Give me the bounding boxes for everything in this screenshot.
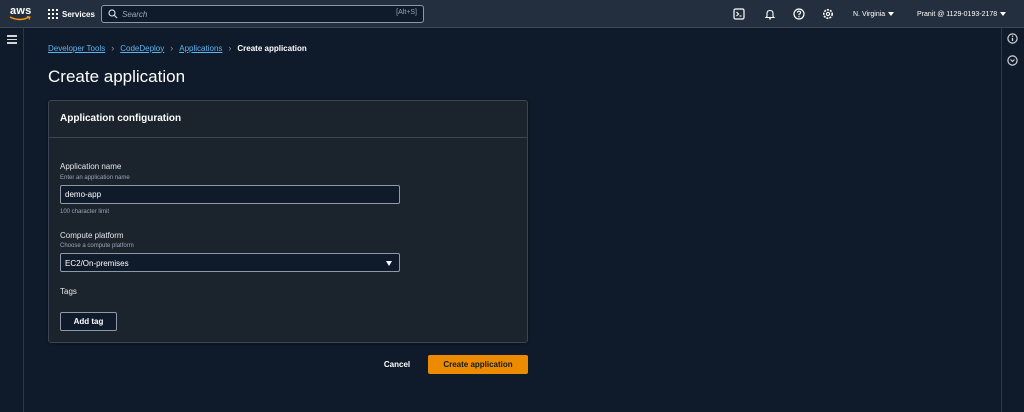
- breadcrumb-current: Create application: [237, 43, 307, 53]
- region-selector[interactable]: N. Virginia: [853, 0, 895, 28]
- breadcrumb: Developer Tools › CodeDeploy › Applicati…: [48, 43, 307, 53]
- account-menu[interactable]: Pranit @ 1129-0193-2178: [917, 0, 1007, 28]
- cloudshell-icon[interactable]: [733, 8, 745, 20]
- chevron-right-icon: ›: [111, 43, 115, 53]
- left-rail: [0, 28, 24, 412]
- compute-platform-description: Choose a compute platform: [60, 243, 134, 249]
- create-application-button[interactable]: Create application: [428, 355, 528, 374]
- add-tag-button[interactable]: Add tag: [60, 312, 117, 331]
- chevron-right-icon: ›: [228, 43, 232, 53]
- caret-down-icon: [386, 261, 392, 266]
- search-icon: [108, 9, 118, 19]
- top-navigation: aws Services [Alt+S] N: [0, 0, 1024, 28]
- cancel-button[interactable]: Cancel: [376, 355, 418, 374]
- account-label: Pranit @ 1129-0193-2178: [917, 10, 998, 18]
- application-name-description: Enter an application name: [60, 175, 130, 181]
- page-title: Create application: [48, 67, 186, 86]
- chevron-down-icon: [888, 12, 895, 16]
- application-name-constraint: 100 character limit: [60, 209, 110, 215]
- aws-logo[interactable]: aws: [8, 5, 34, 23]
- compute-platform-value: EC2/On-premises: [65, 259, 129, 268]
- tags-label: Tags: [60, 287, 77, 296]
- aws-smile-icon: [9, 16, 31, 21]
- chevron-right-icon: ›: [170, 43, 174, 53]
- search-box[interactable]: [Alt+S]: [101, 5, 424, 23]
- region-label: N. Virginia: [853, 10, 886, 18]
- chevron-down-icon: [1000, 12, 1007, 16]
- application-configuration-panel: Application configuration Application na…: [48, 100, 528, 343]
- services-menu-button[interactable]: Services: [48, 0, 95, 28]
- help-icon[interactable]: [793, 8, 805, 20]
- menu-icon[interactable]: [7, 35, 17, 44]
- bell-icon[interactable]: [764, 8, 776, 20]
- services-label: Services: [62, 9, 95, 19]
- panel-title: Application configuration: [60, 113, 182, 124]
- right-rail: [1001, 28, 1024, 412]
- compute-platform-label: Compute platform: [60, 231, 124, 240]
- settings-icon[interactable]: [822, 8, 834, 20]
- application-name-input[interactable]: [60, 185, 400, 204]
- search-shortcut: [Alt+S]: [396, 9, 417, 16]
- services-grid-icon: [48, 9, 58, 19]
- compute-platform-select[interactable]: EC2/On-premises: [60, 253, 400, 272]
- panel-header: Application configuration: [49, 101, 527, 138]
- application-name-label: Application name: [60, 162, 122, 171]
- breadcrumb-link-codedeploy[interactable]: CodeDeploy: [120, 44, 164, 53]
- feedback-icon[interactable]: [1007, 55, 1018, 66]
- breadcrumb-link-developer-tools[interactable]: Developer Tools: [48, 44, 105, 53]
- search-input[interactable]: [122, 7, 372, 21]
- info-icon[interactable]: [1007, 33, 1018, 44]
- breadcrumb-link-applications[interactable]: Applications: [179, 44, 222, 53]
